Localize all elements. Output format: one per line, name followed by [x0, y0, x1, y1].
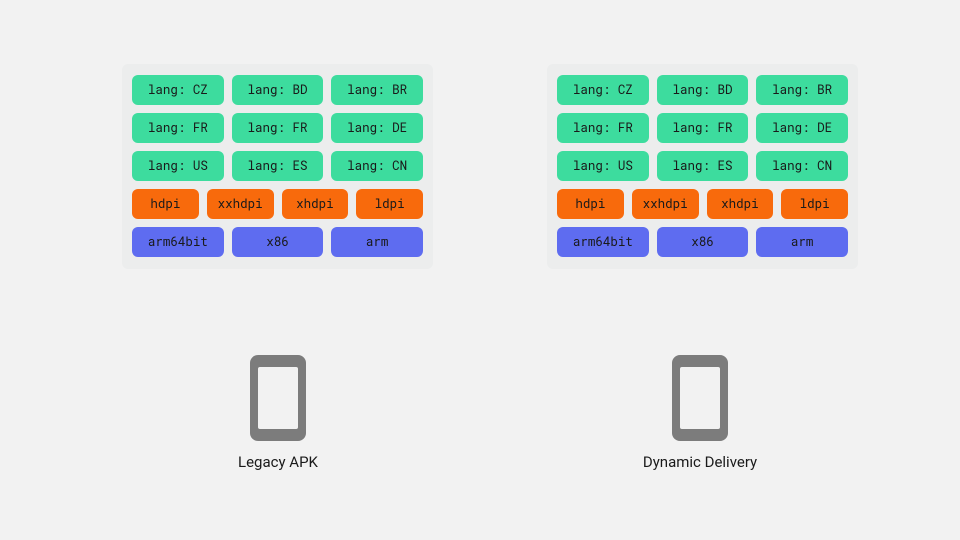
lang-chip: lang: DE: [331, 113, 423, 143]
panel-legacy: lang: CZ lang: BD lang: BR lang: FR lang…: [122, 64, 433, 269]
panel-dynamic: lang: CZ lang: BD lang: BR lang: FR lang…: [547, 64, 858, 269]
dpi-chip: hdpi: [132, 189, 199, 219]
lang-chip: lang: BR: [331, 75, 423, 105]
lang-row-2: lang: FR lang: FR lang: DE: [557, 113, 848, 143]
lang-chip: lang: CZ: [557, 75, 649, 105]
dpi-chip: ldpi: [781, 189, 848, 219]
lang-chip: lang: BD: [657, 75, 749, 105]
lang-row-3: lang: US lang: ES lang: CN: [557, 151, 848, 181]
dpi-chip: xhdpi: [282, 189, 349, 219]
dpi-chip: xxhdpi: [207, 189, 274, 219]
lang-chip: lang: FR: [232, 113, 324, 143]
dpi-chip: xhdpi: [707, 189, 774, 219]
arch-row: arm64bit x86 arm: [132, 227, 423, 257]
lang-chip: lang: ES: [232, 151, 324, 181]
dpi-chip: hdpi: [557, 189, 624, 219]
lang-row-1: lang: CZ lang: BD lang: BR: [132, 75, 423, 105]
arch-chip: x86: [657, 227, 749, 257]
lang-chip: lang: US: [132, 151, 224, 181]
arch-chip: arm: [331, 227, 423, 257]
phone-icon: [250, 355, 306, 441]
lang-chip: lang: ES: [657, 151, 749, 181]
dpi-row: hdpi xxhdpi xhdpi ldpi: [132, 189, 423, 219]
dpi-chip: xxhdpi: [632, 189, 699, 219]
phone-label-dynamic: Dynamic Delivery: [643, 453, 757, 471]
dpi-chip: ldpi: [356, 189, 423, 219]
lang-chip: lang: BR: [756, 75, 848, 105]
phone-group-legacy: Legacy APK: [178, 355, 378, 471]
lang-row-3: lang: US lang: ES lang: CN: [132, 151, 423, 181]
arch-row: arm64bit x86 arm: [557, 227, 848, 257]
lang-chip: lang: BD: [232, 75, 324, 105]
phone-icon: [672, 355, 728, 441]
phone-label-legacy: Legacy APK: [238, 453, 318, 471]
dpi-row: hdpi xxhdpi xhdpi ldpi: [557, 189, 848, 219]
lang-chip: lang: DE: [756, 113, 848, 143]
lang-chip: lang: US: [557, 151, 649, 181]
lang-chip: lang: FR: [657, 113, 749, 143]
lang-chip: lang: CN: [756, 151, 848, 181]
arch-chip: arm64bit: [557, 227, 649, 257]
lang-row-1: lang: CZ lang: BD lang: BR: [557, 75, 848, 105]
arch-chip: arm64bit: [132, 227, 224, 257]
lang-chip: lang: FR: [557, 113, 649, 143]
panels-row: lang: CZ lang: BD lang: BR lang: FR lang…: [122, 64, 858, 269]
arch-chip: arm: [756, 227, 848, 257]
lang-chip: lang: FR: [132, 113, 224, 143]
phone-group-dynamic: Dynamic Delivery: [600, 355, 800, 471]
lang-chip: lang: CZ: [132, 75, 224, 105]
arch-chip: x86: [232, 227, 324, 257]
lang-row-2: lang: FR lang: FR lang: DE: [132, 113, 423, 143]
lang-chip: lang: CN: [331, 151, 423, 181]
